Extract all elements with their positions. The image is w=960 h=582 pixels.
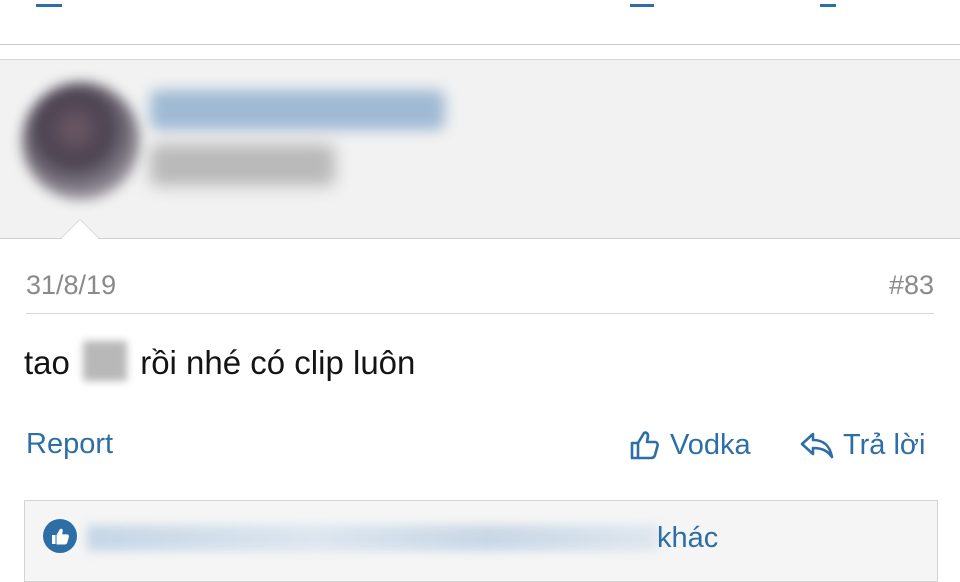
username-blurred[interactable] — [150, 90, 445, 130]
previous-post-link-fragment — [36, 0, 62, 7]
censored-word — [83, 341, 128, 382]
post-message: tao rồi nhé có clip luôn — [24, 341, 416, 385]
post-divider — [26, 313, 934, 314]
post-number[interactable]: #83 — [889, 270, 934, 301]
reply-button[interactable]: Trả lời — [799, 428, 925, 462]
like-button[interactable]: Vodka — [628, 428, 751, 462]
post-separator — [0, 45, 960, 60]
likes-summary: khác — [24, 500, 938, 582]
post-message-text-end: rồi nhé có clip luôn — [140, 344, 416, 381]
previous-post-like-icon-fragment — [630, 0, 654, 7]
previous-post-edge — [0, 0, 960, 45]
post-message-text-start: tao — [24, 344, 70, 381]
previous-post-reply-fragment — [820, 0, 836, 7]
like-button-label: Vodka — [670, 428, 751, 461]
reply-arrow-icon — [800, 432, 834, 459]
likes-others-link[interactable]: khác — [657, 522, 718, 555]
thumbs-up-badge-icon — [43, 519, 77, 553]
post-author-block — [0, 60, 960, 239]
user-title-blurred — [150, 144, 335, 186]
thumbs-up-icon — [630, 431, 659, 460]
post-date[interactable]: 31/8/19 — [26, 270, 116, 301]
likers-names-blurred[interactable] — [87, 525, 659, 551]
avatar[interactable] — [22, 82, 140, 200]
report-link[interactable]: Report — [26, 428, 113, 461]
reply-button-label: Trả lời — [843, 428, 926, 461]
author-pointer — [60, 219, 100, 239]
